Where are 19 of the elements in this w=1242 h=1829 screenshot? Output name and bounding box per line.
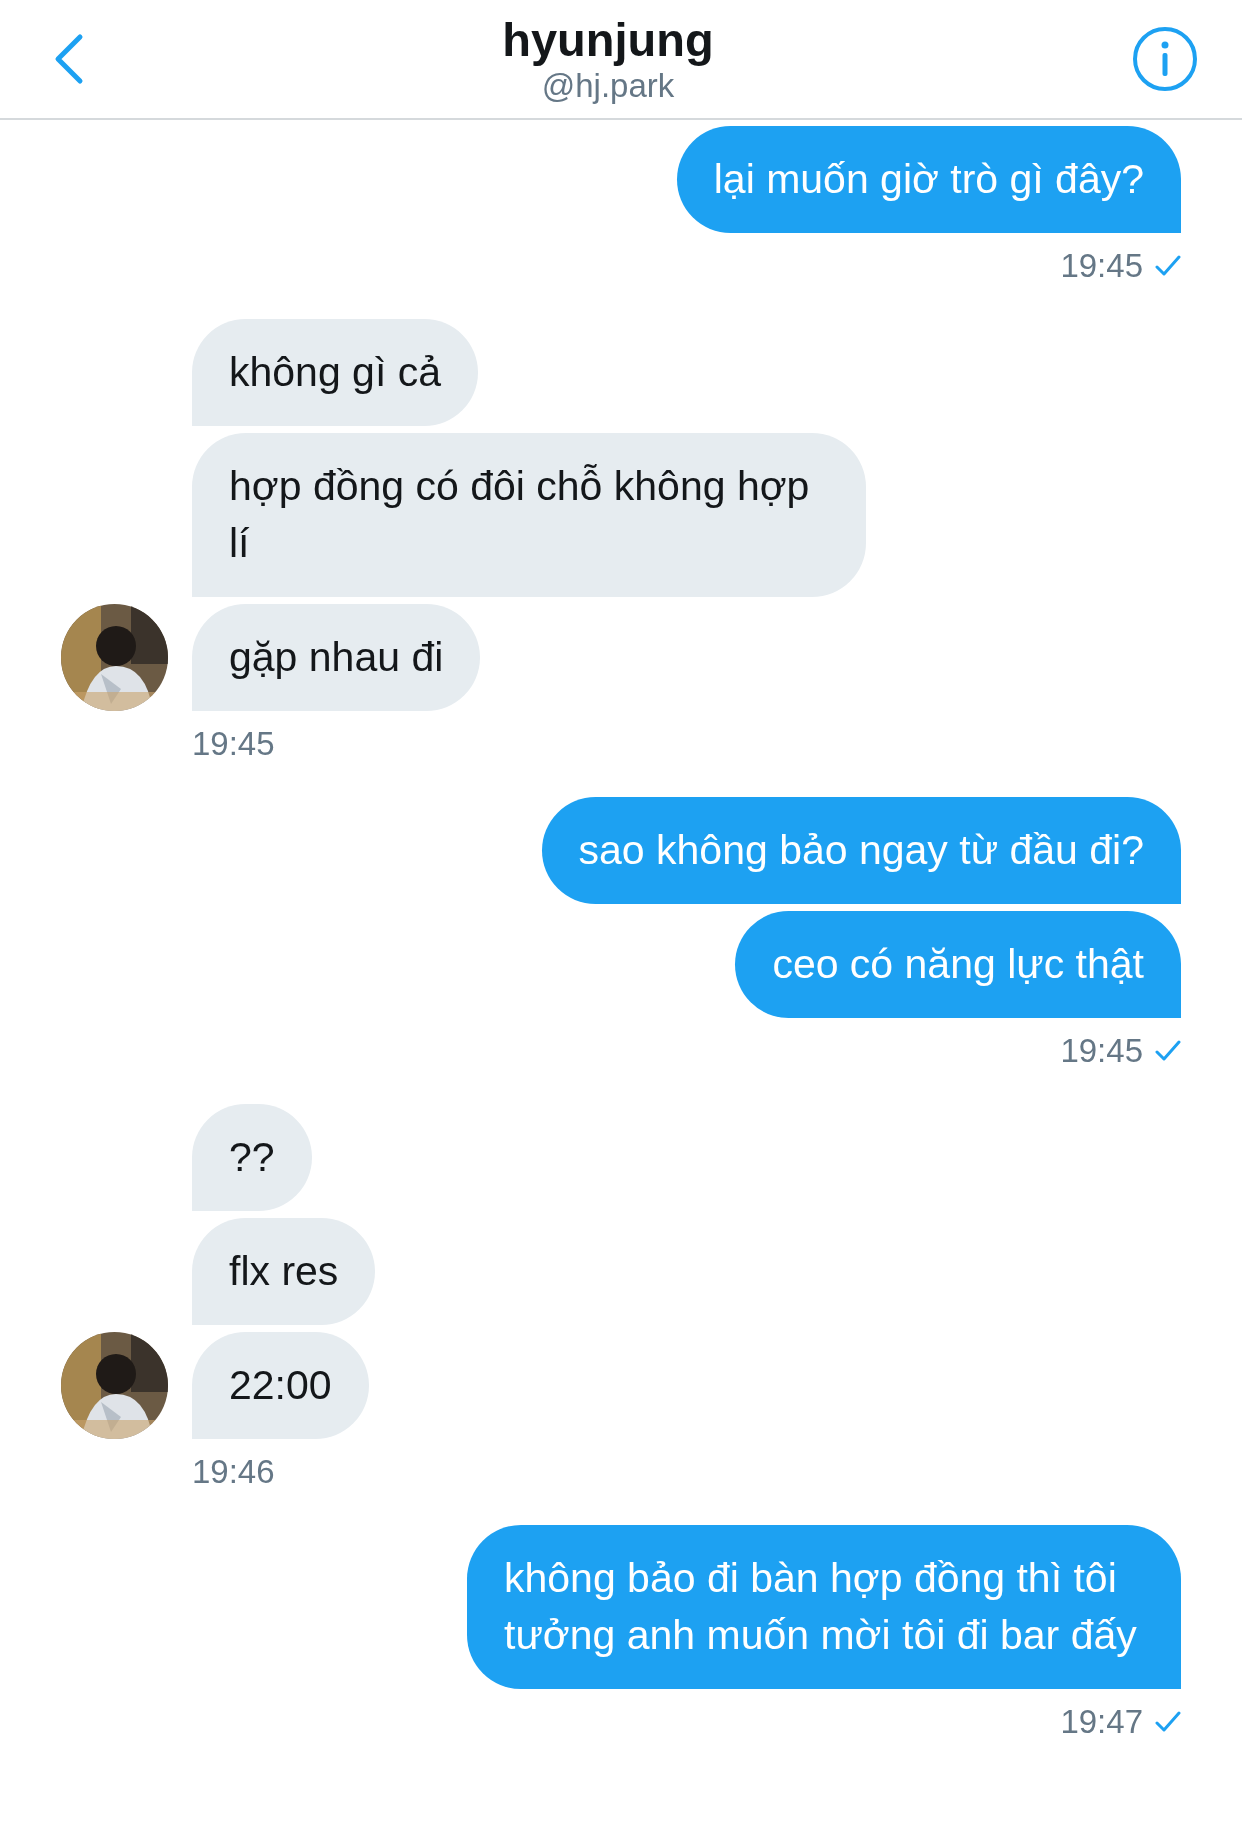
message-bubble: ?? [192, 1104, 312, 1211]
message-bubble: gặp nhau đi [192, 604, 481, 711]
message-time: 19:45 [192, 725, 275, 763]
message-bubble: flx res [192, 1218, 376, 1325]
message-bubble: lại muốn giờ trò gì đây? [676, 126, 1181, 233]
message-bubble: không bảo đi bàn hợp đồng thì tôi tưởng anh muốn mời tôi đi bar đấy [467, 1525, 1181, 1689]
conversation-name: hyunjung [502, 13, 714, 67]
message-time: 19:47 [1060, 1703, 1143, 1741]
message-time: 19:45 [1060, 1032, 1143, 1070]
info-icon [1132, 26, 1198, 92]
conversation-handle: @hj.park [541, 67, 675, 105]
message-time: 19:45 [1060, 247, 1143, 285]
message-bubble: hợp đồng có đôi chỗ không hợp lí [192, 433, 866, 597]
message-bubble: không gì cả [192, 319, 478, 426]
info-button[interactable] [1132, 26, 1198, 92]
message-time: 19:46 [192, 1453, 275, 1491]
message-bubble: 22:00 [192, 1332, 369, 1439]
message-bubble: ceo có năng lực thật [735, 911, 1181, 1018]
message-bubble: sao không bảo ngay từ đầu đi? [541, 797, 1181, 904]
